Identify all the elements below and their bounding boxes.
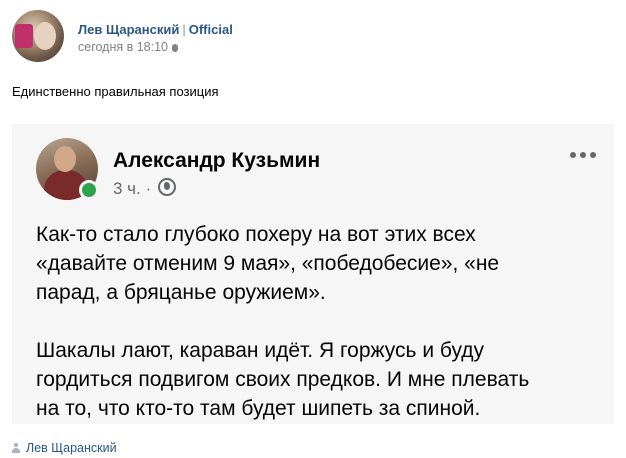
online-status-dot bbox=[79, 180, 99, 200]
globe-icon bbox=[157, 178, 176, 196]
author-line: Лев Щаранский | Official bbox=[78, 22, 233, 37]
embedded-post-paragraph: Шакалы лают, караван идёт. Я горжусь и б… bbox=[36, 339, 530, 420]
person-icon bbox=[12, 443, 20, 453]
embedded-post-meta: 3 ч. · bbox=[113, 178, 176, 199]
embedded-post-time: 3 ч. · bbox=[113, 179, 152, 198]
official-label[interactable]: Official bbox=[189, 22, 233, 37]
post-header: Лев Щаранский | Official сегодня в 18:10 bbox=[12, 10, 612, 62]
embedded-author-name: Александр Кузьмин bbox=[113, 149, 321, 172]
more-icon bbox=[570, 152, 600, 160]
author-name-link[interactable]: Лев Щаранский bbox=[78, 22, 179, 37]
post-signature[interactable]: Лев Щаранский bbox=[12, 441, 117, 455]
post-date[interactable]: сегодня в 18:10 bbox=[78, 40, 178, 54]
post-text: Единственно правильная позиция bbox=[12, 84, 219, 99]
embedded-post-paragraph: Как-то стало глубоко похеру на вот этих … bbox=[36, 223, 500, 304]
author-separator: | bbox=[182, 22, 186, 37]
embedded-author-avatar bbox=[36, 138, 99, 200]
apple-icon bbox=[172, 43, 178, 52]
embedded-post-body: Как-то стало глубоко похеру на вот этих … bbox=[36, 220, 606, 452]
signature-name: Лев Щаранский bbox=[26, 441, 117, 455]
author-avatar[interactable] bbox=[12, 10, 64, 62]
post-date-text: сегодня в 18:10 bbox=[78, 40, 168, 54]
embedded-post-screenshot: Александр Кузьмин 3 ч. · Как-то стало гл… bbox=[12, 124, 614, 424]
